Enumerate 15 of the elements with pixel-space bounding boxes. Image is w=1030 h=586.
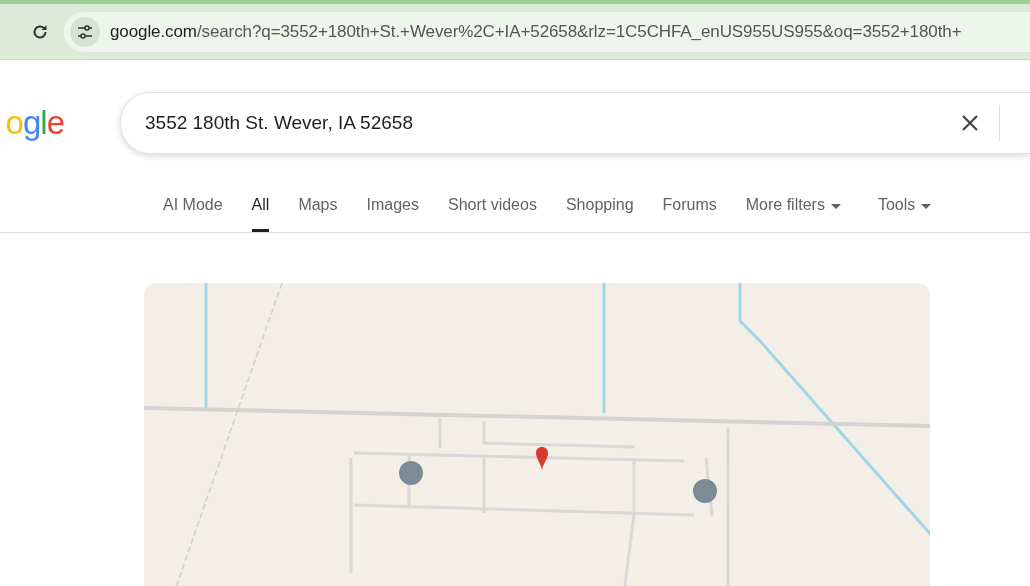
search-tab[interactable]: Shopping xyxy=(565,185,634,232)
search-field[interactable]: 3552 180th St. Wever, IA 52658 xyxy=(120,92,1030,154)
search-tab[interactable]: Forums xyxy=(662,185,717,232)
caret-icon xyxy=(830,204,841,209)
site-settings-icon[interactable] xyxy=(70,16,100,47)
search-tab[interactable]: Tools xyxy=(877,185,932,232)
search-tab[interactable]: More filters xyxy=(745,185,841,232)
search-tab[interactable]: Images xyxy=(366,185,419,232)
search-tab[interactable]: AI Mode xyxy=(163,185,223,232)
search-tab[interactable]: Short videos xyxy=(447,185,537,232)
search-tab[interactable]: All xyxy=(251,185,270,232)
close-icon[interactable] xyxy=(961,114,979,132)
caret-icon xyxy=(921,204,932,209)
google-logo[interactable]: ogle xyxy=(0,104,120,142)
search-tab[interactable]: Maps xyxy=(298,185,338,232)
